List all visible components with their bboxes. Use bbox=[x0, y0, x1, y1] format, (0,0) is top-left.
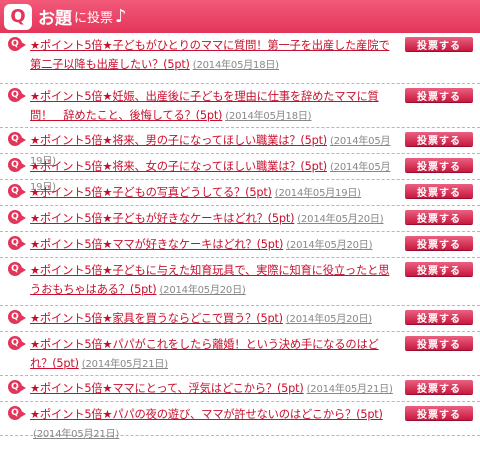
question-date: (2014年05月18日) bbox=[225, 111, 312, 122]
question-date: (2014年05月19日) bbox=[274, 188, 361, 199]
question-link[interactable]: ★ポイント5倍★ママにとって、浮気はどこから？(5pt) (2014年05月21日… bbox=[30, 379, 400, 399]
question-row: Q ★ポイント5倍★パパがこれをしたら離婚！という決め手になるのはどれ？(5pt)… bbox=[0, 332, 480, 376]
question-row: Q ★ポイント5倍★パパの夜の遊び、ママが許せないのはどこから？(5pt) (201… bbox=[0, 402, 480, 440]
question-date: (2014年05月21日) bbox=[81, 359, 168, 370]
question-text[interactable]: ★ポイント5倍★ママにとって、浮気はどこから？(5pt) bbox=[30, 382, 304, 395]
question-text[interactable]: ★ポイント5倍★ママが好きなケーキはどれ？(5pt) bbox=[30, 238, 283, 251]
question-link[interactable]: ★ポイント5倍★パパがこれをしたら離婚！という決め手になるのはどれ？(5pt)(… bbox=[30, 335, 400, 374]
question-link[interactable]: ★ポイント5倍★ママが好きなケーキはどれ？(5pt) (2014年05月20日) bbox=[30, 235, 400, 255]
q-arrow-icon: Q bbox=[8, 88, 26, 102]
panel-subtitle: に投票 bbox=[74, 11, 114, 26]
question-date: (2014年05月20日) bbox=[285, 314, 372, 325]
question-row: Q ★ポイント5倍★ママにとって、浮気はどこから？(5pt) (2014年05月21… bbox=[0, 376, 480, 402]
question-row: Q ★ポイント5倍★将来、女の子になってほしい職業は？(5pt) (2014年05月… bbox=[0, 154, 480, 193]
q-arrow-icon: Q bbox=[8, 236, 26, 250]
panel-header: Q お題 に投票 ♪ bbox=[0, 0, 480, 33]
question-text[interactable]: ★ポイント5倍★妊娠、出産後に子どもを理由に仕事を辞めたママに質問！ 辞めたこと… bbox=[30, 90, 379, 122]
question-date: (2014年05月20日) bbox=[286, 240, 373, 251]
vote-button[interactable]: 投票する bbox=[405, 37, 473, 52]
question-list: Q ★ポイント5倍★子どもがひとりのママに質問！第一子を出産した産院で第二子以降も… bbox=[0, 33, 480, 440]
question-row: Q ★ポイント5倍★ママが好きなケーキはどれ？(5pt) (2014年05月20日)… bbox=[0, 232, 480, 258]
q-icon: Q bbox=[4, 3, 32, 30]
vote-button[interactable]: 投票する bbox=[405, 132, 473, 147]
question-row: Q ★ポイント5倍★子どもがひとりのママに質問！第一子を出産した産院で第二子以降も… bbox=[0, 33, 480, 84]
q-arrow-icon: Q bbox=[8, 380, 26, 394]
q-arrow-icon: Q bbox=[8, 210, 26, 224]
vote-button[interactable]: 投票する bbox=[405, 184, 473, 199]
question-row: Q ★ポイント5倍★子どもに与えた知育玩具で、実際に知育に役立ったと思うおもちゃは… bbox=[0, 258, 480, 306]
question-date: (2014年05月18日) bbox=[192, 60, 279, 71]
vote-panel: Q お題 に投票 ♪ Q ★ポイント5倍★子どもがひとりのママに質問！第一子を出産… bbox=[0, 0, 480, 454]
question-row: Q ★ポイント5倍★将来、男の子になってほしい職業は？(5pt) (2014年05月… bbox=[0, 128, 480, 167]
question-text[interactable]: ★ポイント5倍★パパの夜の遊び、ママが許せないのはどこから？(5pt) bbox=[30, 408, 383, 421]
question-row: Q ★ポイント5倍★家具を買うならどこで買う？(5pt) (2014年05月20日)… bbox=[0, 306, 480, 332]
question-date: (2014年05月21日) bbox=[306, 384, 393, 395]
question-link[interactable]: ★ポイント5倍★家具を買うならどこで買う？(5pt) (2014年05月20日) bbox=[30, 309, 400, 329]
vote-button[interactable]: 投票する bbox=[405, 336, 473, 351]
question-text[interactable]: ★ポイント5倍★家具を買うならどこで買う？(5pt) bbox=[30, 312, 283, 325]
question-link[interactable]: ★ポイント5倍★子どもが好きなケーキはどれ？(5pt) (2014年05月20日) bbox=[30, 209, 400, 229]
question-row: Q ★ポイント5倍★妊娠、出産後に子どもを理由に仕事を辞めたママに質問！ 辞めたこ… bbox=[0, 84, 480, 128]
q-arrow-icon: Q bbox=[8, 184, 26, 198]
q-arrow-icon: Q bbox=[8, 37, 26, 51]
question-row: Q ★ポイント5倍★子どもの写真どうしてる？(5pt) (2014年05月19日) 投… bbox=[0, 180, 480, 206]
vote-button[interactable]: 投票する bbox=[405, 310, 473, 325]
vote-button[interactable]: 投票する bbox=[405, 88, 473, 103]
question-link[interactable]: ★ポイント5倍★パパの夜の遊び、ママが許せないのはどこから？(5pt) (2014… bbox=[30, 405, 400, 444]
panel-title: お題 bbox=[38, 9, 72, 29]
question-row: Q ★ポイント5倍★子どもが好きなケーキはどれ？(5pt) (2014年05月20日… bbox=[0, 206, 480, 232]
question-link[interactable]: ★ポイント5倍★子どもに与えた知育玩具で、実際に知育に役立ったと思うおもちゃはあ… bbox=[30, 261, 400, 300]
vote-button[interactable]: 投票する bbox=[405, 158, 473, 173]
vote-button[interactable]: 投票する bbox=[405, 262, 473, 277]
question-date: (2014年05月21日) bbox=[33, 429, 120, 440]
vote-button[interactable]: 投票する bbox=[405, 236, 473, 251]
music-note-icon: ♪ bbox=[115, 6, 127, 27]
q-arrow-icon: Q bbox=[8, 406, 26, 420]
vote-button[interactable]: 投票する bbox=[405, 406, 473, 421]
q-arrow-icon: Q bbox=[8, 310, 26, 324]
question-text[interactable]: ★ポイント5倍★将来、男の子になってほしい職業は？(5pt) bbox=[30, 134, 327, 147]
q-arrow-icon: Q bbox=[8, 158, 26, 172]
question-link[interactable]: ★ポイント5倍★妊娠、出産後に子どもを理由に仕事を辞めたママに質問！ 辞めたこと… bbox=[30, 87, 400, 126]
vote-button[interactable]: 投票する bbox=[405, 380, 473, 395]
question-date: (2014年05月20日) bbox=[159, 285, 246, 296]
q-arrow-icon: Q bbox=[8, 132, 26, 146]
q-arrow-icon: Q bbox=[8, 336, 26, 350]
question-text[interactable]: ★ポイント5倍★将来、女の子になってほしい職業は？(5pt) bbox=[30, 160, 327, 173]
question-text[interactable]: ★ポイント5倍★子どもの写真どうしてる？(5pt) bbox=[30, 186, 272, 199]
vote-button[interactable]: 投票する bbox=[405, 210, 473, 225]
question-link[interactable]: ★ポイント5倍★子どもの写真どうしてる？(5pt) (2014年05月19日) bbox=[30, 183, 400, 203]
question-link[interactable]: ★ポイント5倍★子どもがひとりのママに質問！第一子を出産した産院で第二子以降も出… bbox=[30, 36, 400, 75]
question-date: (2014年05月20日) bbox=[297, 214, 384, 225]
q-arrow-icon: Q bbox=[8, 262, 26, 276]
question-text[interactable]: ★ポイント5倍★子どもが好きなケーキはどれ？(5pt) bbox=[30, 212, 294, 225]
